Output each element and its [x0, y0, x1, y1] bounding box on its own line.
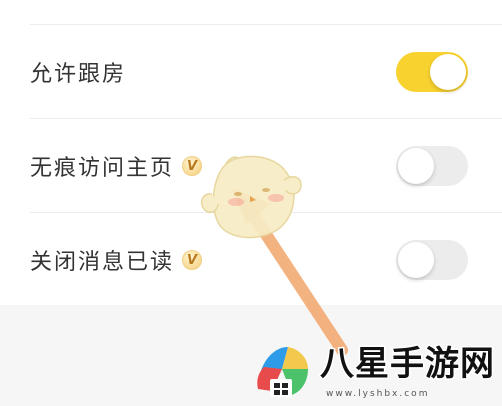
hide-read-toggle[interactable]	[396, 240, 468, 280]
setting-label-hide-read: 关闭消息已读 V	[30, 244, 203, 276]
brand-name: 八星手游网	[319, 344, 496, 384]
setting-row-hide-read: 关闭消息已读 V	[0, 213, 502, 307]
toggle-knob	[398, 242, 434, 278]
privacy-settings-panel: 允许跟房 无痕访问主页 V 关闭消息已读 V	[0, 0, 502, 305]
setting-text: 无痕访问主页	[30, 156, 175, 181]
stealth-visit-toggle[interactable]	[396, 146, 468, 186]
vip-badge-icon: V	[182, 250, 203, 270]
brand-url: www.lyshbx.com	[326, 389, 430, 399]
setting-text: 允许跟房	[30, 62, 127, 87]
setting-row-stealth-visit: 无痕访问主页 V	[0, 119, 502, 213]
setting-label-stealth-visit: 无痕访问主页 V	[30, 150, 203, 182]
toggle-knob	[430, 54, 466, 90]
setting-text: 关闭消息已读	[30, 250, 175, 275]
setting-label-allow-follow: 允许跟房	[30, 56, 126, 88]
setting-row-allow-follow: 允许跟房	[0, 25, 502, 119]
toggle-knob	[398, 148, 434, 184]
brand-logo-icon	[257, 347, 308, 397]
allow-follow-toggle[interactable]	[396, 52, 468, 92]
vip-badge-icon: V	[182, 156, 203, 176]
